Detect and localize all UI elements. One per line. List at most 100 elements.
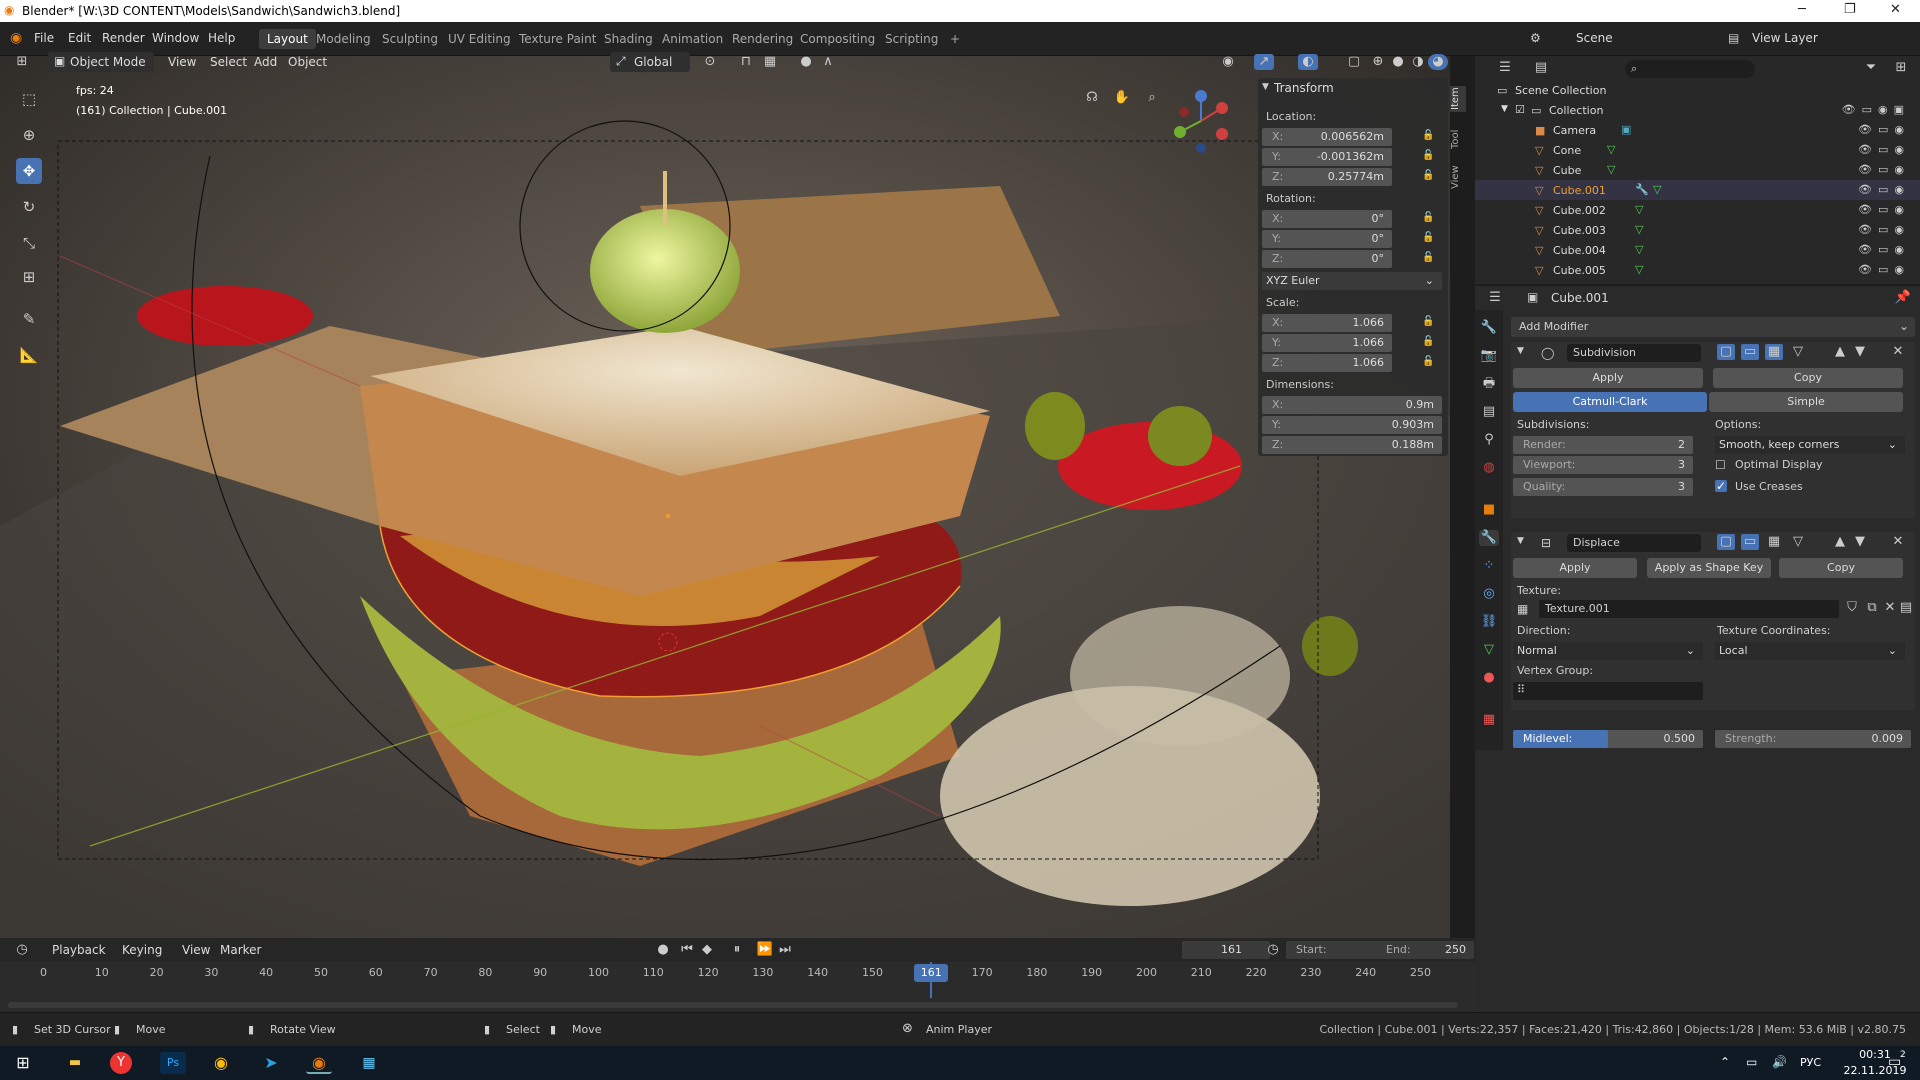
displace-apply-button[interactable]: Apply [1513, 558, 1637, 578]
rotation-z-field[interactable]: Z: 0° [1262, 250, 1392, 268]
select-box-tool-icon[interactable]: ⬚ [16, 86, 42, 112]
dimension-z-field[interactable]: Z: 0.188m [1262, 436, 1442, 454]
editor-type-icon[interactable]: ◷ [12, 942, 32, 958]
object-properties-icon[interactable]: ■ [1479, 502, 1499, 518]
chevron-down-icon[interactable]: ▼ [1501, 104, 1508, 114]
material-properties-icon[interactable]: ● [1479, 670, 1499, 686]
network-icon[interactable]: ▭ [1746, 1055, 1757, 1069]
move-tool-icon[interactable]: ✥ [16, 158, 42, 184]
world-properties-icon[interactable]: ◍ [1479, 460, 1499, 476]
menu-edit[interactable]: Edit [68, 31, 91, 45]
minimize-icon[interactable]: ─ [1798, 2, 1806, 17]
cancel-icon[interactable]: ⊗ [902, 1021, 913, 1036]
menu-object[interactable]: Object [288, 55, 327, 69]
remove-modifier-icon[interactable]: ✕ [1889, 344, 1907, 360]
realtime-display-icon[interactable]: ▢ [1717, 534, 1735, 550]
menu-file[interactable]: File [34, 31, 54, 45]
input-language[interactable]: РУС [1800, 1056, 1821, 1069]
scale-x-field[interactable]: X: 1.066 [1262, 314, 1392, 332]
frame-ruler[interactable]: 0102030405060708090100110120130140150160… [0, 962, 1475, 1012]
overlay-toggle-icon[interactable]: ◐ [1298, 54, 1318, 70]
render-properties-icon[interactable]: 📷 [1479, 348, 1499, 364]
editor-type-icon[interactable]: ⊞ [12, 54, 32, 70]
modifier-name-field[interactable]: Displace [1567, 534, 1701, 552]
uv-smooth-dropdown[interactable]: Smooth, keep corners ⌄ [1715, 436, 1905, 454]
outliner-row-cube-001[interactable]: ▽ Cube.001 🔧 ▽ 👁▭◉ [1475, 180, 1920, 200]
outliner-row-camera[interactable]: ■ Camera ▣ 👁▭◉ [1475, 120, 1920, 140]
scale-z-field[interactable]: Z: 1.066 [1262, 354, 1392, 372]
quality-field[interactable]: Quality: 3 [1513, 478, 1693, 496]
location-y-field[interactable]: Y: -0.001362m [1262, 148, 1392, 166]
file-explorer-icon[interactable]: ▬ [62, 1052, 88, 1074]
blender-menu-icon[interactable]: ◉ [10, 30, 22, 46]
outliner-row-cube-002[interactable]: ▽ Cube.002 ▽ 👁▭◉ [1475, 200, 1920, 220]
yandex-browser-icon[interactable]: Y [110, 1052, 132, 1074]
checkbox-icon[interactable]: ☑ [1515, 103, 1525, 116]
subdivision-apply-button[interactable]: Apply [1513, 368, 1703, 388]
data-properties-icon[interactable]: ▽ [1479, 642, 1499, 658]
location-z-field[interactable]: Z: 0.25774m [1262, 168, 1392, 186]
particles-properties-icon[interactable]: ⁘ [1479, 558, 1499, 574]
photoshop-icon[interactable]: Ps [160, 1052, 186, 1074]
xray-icon[interactable]: ▢ [1344, 54, 1364, 70]
lock-icon[interactable]: 🔓 [1422, 130, 1434, 141]
midlevel-slider[interactable]: Midlevel: 0.500 [1513, 730, 1703, 748]
filter-icon[interactable]: ⏷ [1861, 60, 1881, 76]
gizmo-toggle-icon[interactable]: ↗ [1254, 54, 1274, 70]
dimension-x-field[interactable]: X: 0.9m [1262, 396, 1442, 414]
lock-icon[interactable]: 🔓 [1422, 336, 1434, 347]
texture-field[interactable]: Texture.001 [1539, 600, 1839, 618]
menu-view[interactable]: View [182, 943, 210, 957]
chevron-down-icon[interactable]: ▼ [1517, 536, 1524, 546]
playhead-frame-label[interactable]: 161 [914, 964, 949, 982]
editor-type-icon[interactable]: ☰ [1495, 60, 1515, 76]
tab-animation[interactable]: Animation [654, 29, 731, 49]
tab-modeling[interactable]: Modeling [308, 29, 379, 49]
jump-end-icon[interactable]: ⏭ [776, 942, 794, 958]
object-mode-dropdown[interactable]: ▣ Object Mode [48, 52, 154, 72]
subdivision-copy-button[interactable]: Copy [1713, 368, 1903, 388]
cage-icon[interactable]: ▽ [1789, 534, 1807, 550]
vertex-group-field[interactable]: ⠿ [1513, 682, 1703, 700]
optimal-display-checkbox[interactable]: ☐ [1715, 458, 1726, 472]
lock-icon[interactable]: 🔓 [1422, 232, 1434, 243]
cage-icon[interactable]: ▽ [1789, 344, 1807, 360]
lock-icon[interactable]: 🔓 [1422, 316, 1434, 327]
jump-keyframe-back-icon[interactable]: ◆ [698, 942, 716, 958]
view-layer-properties-icon[interactable]: ▤ [1479, 404, 1499, 420]
windows-start-icon[interactable]: ⊞ [10, 1052, 36, 1074]
start-frame-field[interactable]: Start:1 [1286, 941, 1390, 959]
editor-type-icon[interactable]: ☰ [1485, 290, 1505, 306]
outliner-row-cube-003[interactable]: ▽ Cube.003 ▽ 👁▭◉ [1475, 220, 1920, 240]
preview-range-icon[interactable]: ◷ [1264, 942, 1282, 958]
record-icon[interactable]: ● [654, 942, 672, 958]
constraints-properties-icon[interactable]: ⛓ [1479, 614, 1499, 630]
navigation-gizmo[interactable] [1166, 86, 1236, 156]
volume-icon[interactable]: 🔊 [1772, 1055, 1787, 1069]
tool-settings-icon[interactable]: 🔧 [1479, 320, 1499, 336]
tab-sculpting[interactable]: Sculpting [374, 29, 446, 49]
current-frame-field[interactable]: 161 [1182, 941, 1270, 959]
texture-properties-icon[interactable]: ▦ [1479, 712, 1499, 728]
simple-button[interactable]: Simple [1709, 392, 1903, 412]
pan-hand-icon[interactable]: ✋ [1112, 90, 1132, 106]
menu-window[interactable]: Window [152, 31, 199, 45]
close-icon[interactable]: ✕ [1890, 2, 1901, 17]
tab-rendering[interactable]: Rendering [724, 29, 801, 49]
editmode-display-icon[interactable]: ▦ [1765, 534, 1783, 550]
location-x-field[interactable]: X: 0.006562m [1262, 128, 1392, 146]
output-properties-icon[interactable]: 🖶 [1479, 376, 1499, 392]
tab-view[interactable]: View [1450, 164, 1466, 190]
outliner-row-cube-004[interactable]: ▽ Cube.004 ▽ 👁▭◉ [1475, 240, 1920, 260]
outliner-row-cube-005[interactable]: ▽ Cube.005 ▽ 👁▭◉ [1475, 260, 1920, 280]
snap-icon[interactable]: ⊓ [736, 54, 756, 70]
display-mode-icon[interactable]: ▤ [1531, 60, 1551, 76]
visibility-toggles[interactable]: 👁▭◉▣ [1842, 103, 1910, 116]
menu-help[interactable]: Help [208, 31, 235, 45]
telegram-icon[interactable]: ➤ [258, 1052, 284, 1074]
tab-uv-editing[interactable]: UV Editing [440, 29, 519, 49]
lock-icon[interactable]: 🔓 [1422, 170, 1434, 181]
maximize-icon[interactable]: ❐ [1844, 2, 1856, 17]
outliner-row-collection[interactable]: ▼ ☑ ▭ Collection 👁▭◉▣ [1475, 100, 1920, 120]
scale-tool-icon[interactable]: ⤡ [16, 230, 42, 256]
